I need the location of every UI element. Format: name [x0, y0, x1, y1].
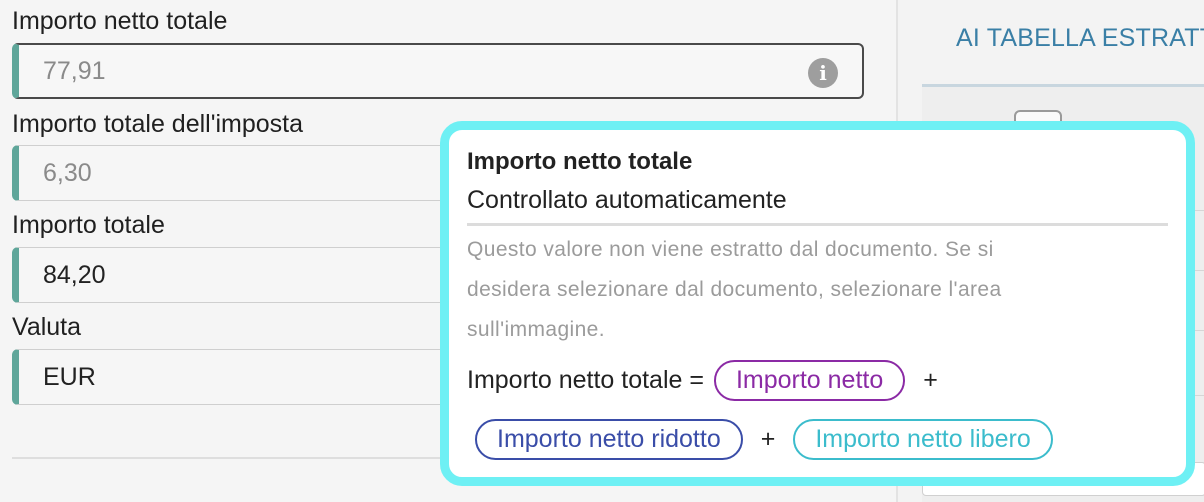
field-label-net-total: Importo netto totale — [12, 7, 228, 35]
term-importo-netto-ridotto[interactable]: Importo netto ridotto — [475, 419, 743, 460]
currency-value: EUR — [43, 362, 96, 391]
net-total-input[interactable]: 77,91 i — [12, 43, 864, 99]
popover-title: Importo netto totale — [467, 148, 693, 175]
info-icon[interactable]: i — [808, 58, 838, 88]
plus-sign: + — [923, 366, 938, 394]
description-line: desidera selezionare dal documento, sele… — [467, 278, 1002, 301]
formula-row: Importo netto totale = Importo netto + — [467, 360, 1168, 401]
total-value: 84,20 — [43, 260, 106, 289]
term-importo-netto-libero[interactable]: Importo netto libero — [793, 419, 1053, 460]
field-label-total: Importo totale — [12, 211, 165, 239]
field-label-currency: Valuta — [12, 313, 82, 341]
popover-subtitle: Controllato automaticamente — [467, 186, 1168, 226]
tab-underline — [922, 84, 1204, 87]
net-total-value: 77,91 — [43, 56, 106, 85]
description-line: Questo valore non viene estratto dal doc… — [467, 238, 994, 261]
field-label-tax-total: Importo totale dell'imposta — [12, 110, 304, 138]
tax-total-value: 6,30 — [43, 158, 92, 187]
plus-sign: + — [760, 425, 776, 453]
formula-lhs: Importo netto totale = — [467, 366, 704, 394]
popover-description: Questo valore non viene estratto dal doc… — [467, 230, 1168, 350]
tab-ai-table[interactable]: AI TABELLA ESTRATTA — [956, 24, 1204, 53]
term-importo-netto[interactable]: Importo netto — [713, 360, 906, 401]
description-line: sull'immagine. — [467, 318, 605, 341]
field-tooltip-popover: Importo netto totale Controllato automat… — [440, 121, 1195, 486]
formula-row-continued: Importo netto ridotto + Importo netto li… — [467, 419, 1168, 460]
